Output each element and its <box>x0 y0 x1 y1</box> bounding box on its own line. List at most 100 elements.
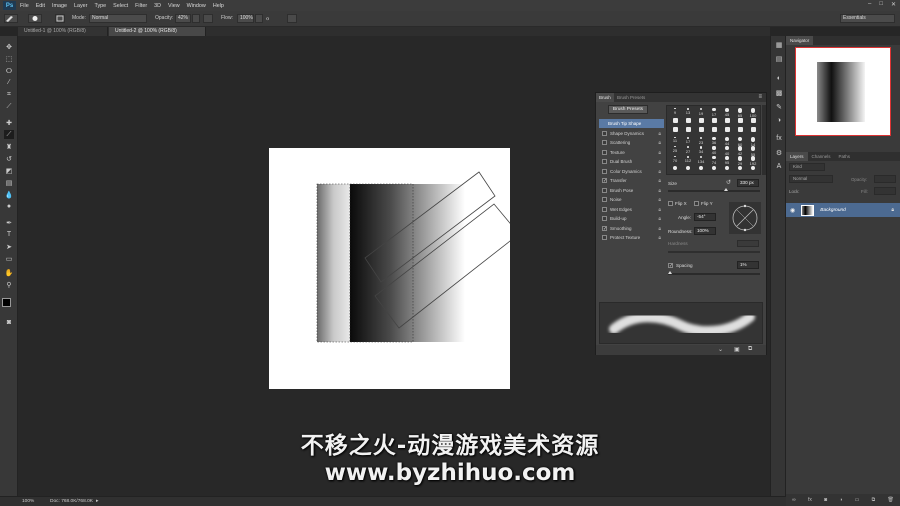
brush-tip[interactable] <box>734 117 746 124</box>
healing-brush-tool-icon[interactable]: ✚ <box>4 118 14 127</box>
angle-roundness-widget[interactable] <box>729 202 761 234</box>
menu-window[interactable]: Window <box>187 3 206 9</box>
tab-navigator[interactable]: Navigator <box>786 36 814 45</box>
layer-fill-input[interactable] <box>874 187 896 195</box>
tab-brush[interactable]: Brush <box>596 93 614 102</box>
brush-tool-icon[interactable]: ⟋ <box>4 130 14 139</box>
brush-setting-checkbox[interactable] <box>602 197 607 202</box>
panel-menu-icon[interactable]: ≡ <box>758 94 762 100</box>
new-brush-icon[interactable]: ⧉ <box>748 346 752 353</box>
brush-tip[interactable] <box>682 165 694 171</box>
adjustment-layer-icon[interactable]: ◑ <box>839 497 842 503</box>
quick-select-tool-icon[interactable]: ⁄ <box>4 78 14 87</box>
color-panel-icon[interactable]: ◐ <box>774 74 784 83</box>
brush-tip[interactable] <box>669 117 681 124</box>
close-button[interactable]: ✕ <box>891 1 896 8</box>
brush-tip[interactable]: 70 <box>669 156 681 163</box>
size-slider-handle[interactable] <box>724 188 728 191</box>
layer-row-background[interactable]: ◉ Background 🔒︎ <box>786 203 900 217</box>
toggle-live-tip-icon[interactable]: ⌄ <box>718 346 723 353</box>
brush-tip[interactable] <box>708 165 720 171</box>
brush-tip[interactable] <box>747 127 759 133</box>
crop-tool-icon[interactable]: ⌗ <box>4 90 14 99</box>
brush-tip[interactable] <box>669 165 681 171</box>
new-layer-icon[interactable]: ⧉ <box>872 497 876 503</box>
tab-channels[interactable]: Channels <box>808 152 835 161</box>
brush-tip[interactable]: 23 <box>695 136 707 145</box>
blend-mode-select[interactable]: Normal <box>789 175 833 183</box>
brush-tip[interactable] <box>747 165 759 171</box>
brush-tip[interactable] <box>734 165 746 171</box>
brush-tip[interactable] <box>734 127 746 133</box>
menu-help[interactable]: Help <box>213 3 224 9</box>
brush-tip[interactable]: 34 <box>695 146 707 154</box>
size-input[interactable]: 330 px <box>737 179 759 187</box>
blur-tool-icon[interactable]: 💧 <box>4 190 14 199</box>
brush-tip[interactable]: 25 <box>669 146 681 153</box>
flow-dropdown[interactable] <box>255 14 263 23</box>
tip-grid-scrollbar[interactable] <box>762 105 766 175</box>
layer-mask-icon[interactable]: ◙ <box>824 497 827 503</box>
brush-setting-item[interactable]: Wet Edges 🔒︎ <box>599 205 664 214</box>
eyedropper-tool-icon[interactable]: ⟋ <box>4 102 14 111</box>
layer-filter-select[interactable]: Kind <box>789 163 825 171</box>
brush-setting-checkbox[interactable] <box>602 187 607 193</box>
brush-tip[interactable]: 42 <box>734 146 746 156</box>
brush-setting-checkbox[interactable]: ✓ <box>602 225 607 231</box>
brush-tip[interactable] <box>721 165 733 171</box>
brush-tip[interactable]: 134 <box>695 156 707 164</box>
menu-filter[interactable]: Filter <box>135 3 147 9</box>
lock-icon[interactable]: 🔒︎ <box>658 234 661 243</box>
tool-preset-picker[interactable] <box>4 14 18 23</box>
brush-tip[interactable]: 27 <box>682 146 694 154</box>
brush-tip[interactable] <box>669 127 681 133</box>
brush-panel-icon[interactable]: ✎ <box>774 102 784 111</box>
brush-tip[interactable]: 95 <box>721 156 733 165</box>
brush-tip[interactable]: 45 <box>721 108 733 117</box>
character-panel-icon[interactable]: A <box>774 162 784 171</box>
menu-image[interactable]: Image <box>52 3 67 9</box>
navigator-thumbnail[interactable] <box>795 47 891 136</box>
brush-setting-item[interactable]: Dual Brush 🔒︎ <box>599 157 664 166</box>
airbrush-icon[interactable]: ℴ <box>266 14 278 23</box>
pen-tool-icon[interactable]: ✒ <box>4 218 14 227</box>
swatches-panel-icon[interactable]: ▩ <box>774 88 784 97</box>
brush-setting-item[interactable]: ✓ Transfer 🔒︎ <box>599 176 664 185</box>
angle-input[interactable]: -54° <box>694 213 716 221</box>
menu-view[interactable]: View <box>168 3 180 9</box>
zoom-level[interactable]: 100% <box>22 499 34 504</box>
brush-tip[interactable]: 40 <box>708 146 720 155</box>
opacity-input[interactable]: 42% <box>175 14 191 23</box>
brush-setting-item[interactable]: Brush Tip Shape <box>599 119 664 129</box>
spacing-checkbox[interactable]: ✓ <box>668 263 673 269</box>
brush-setting-checkbox[interactable] <box>602 206 607 212</box>
dodge-tool-icon[interactable]: ● <box>4 202 14 211</box>
menu-edit[interactable]: Edit <box>36 3 45 9</box>
brush-tip[interactable] <box>708 127 720 133</box>
zoom-tool-icon[interactable]: ⚲ <box>4 280 14 289</box>
flip-y-checkbox[interactable] <box>694 201 699 206</box>
menu-select[interactable]: Select <box>113 3 128 9</box>
brush-tip[interactable] <box>682 117 694 124</box>
visibility-eye-icon[interactable]: ◉ <box>790 207 795 214</box>
trash-icon[interactable]: 🗑︎ <box>887 497 893 503</box>
brush-tip[interactable]: 36 <box>708 136 720 145</box>
spacing-input[interactable]: 1% <box>737 261 759 269</box>
brush-setting-checkbox[interactable] <box>602 159 607 164</box>
tab-brush-presets[interactable]: Brush Presets <box>614 93 648 102</box>
brush-setting-item[interactable]: ✓ Smoothing 🔒︎ <box>599 224 664 233</box>
maximize-button[interactable]: □ <box>879 1 883 8</box>
type-tool-icon[interactable]: T <box>4 230 14 239</box>
lasso-tool-icon[interactable]: ⵔ <box>4 66 14 75</box>
eraser-tool-icon[interactable]: ◩ <box>4 166 14 175</box>
brush-tip[interactable]: 13 <box>682 108 694 115</box>
hardness-slider[interactable] <box>668 251 760 253</box>
hand-tool-icon[interactable]: ✋ <box>4 268 14 277</box>
minimize-button[interactable]: – <box>868 1 871 8</box>
menu-3d[interactable]: 3D <box>154 3 161 9</box>
spacing-slider-handle[interactable] <box>668 271 672 274</box>
brush-tip[interactable] <box>708 117 720 124</box>
tab-layers[interactable]: Layers <box>786 152 808 161</box>
tab-untitled-2[interactable]: Untitled-2 @ 100% (RGB/8) <box>109 27 206 36</box>
opacity-dropdown[interactable] <box>192 14 200 23</box>
